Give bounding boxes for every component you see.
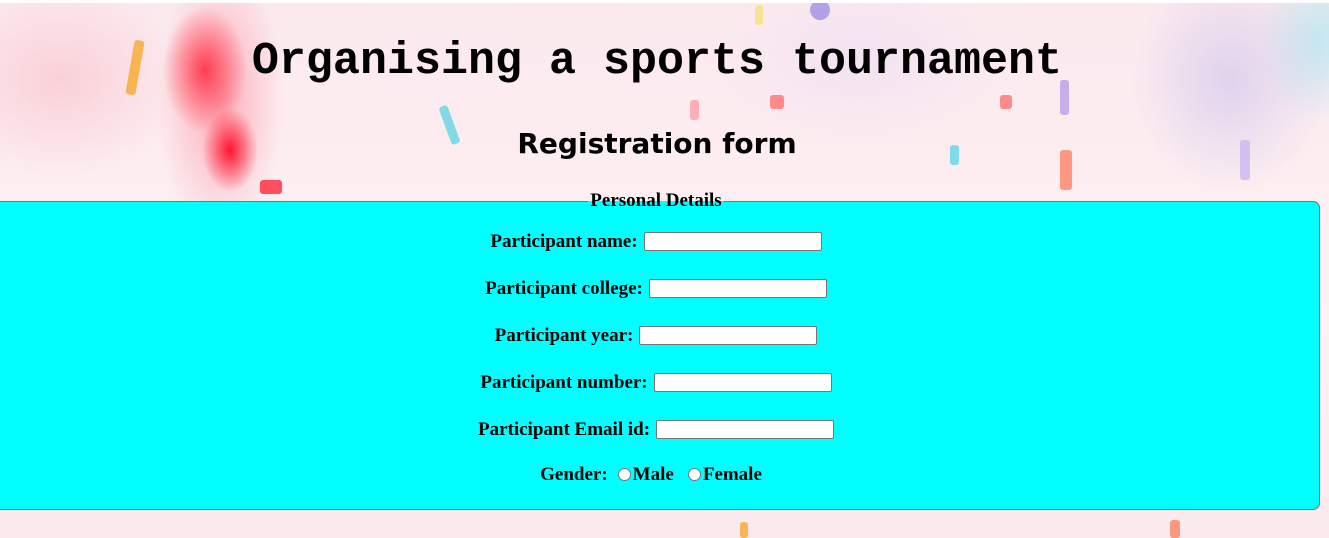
participant-email-input[interactable] (656, 420, 835, 439)
gender-option-male[interactable]: Male (614, 464, 674, 486)
top-border (0, 0, 1329, 3)
participant-number-input[interactable] (653, 373, 832, 392)
form-row-gender: Gender: Male Female (1, 453, 1311, 496)
male-radio[interactable] (617, 468, 631, 481)
confetti-piece (810, 0, 830, 20)
confetti-piece (755, 5, 763, 25)
page-title: Organising a sports tournament (251, 36, 1063, 87)
form-row-year: Participant year: (1, 312, 1311, 359)
confetti-piece (1170, 520, 1180, 538)
form-title: Registration form (517, 127, 797, 160)
participant-name-label: Participant name: (490, 230, 638, 252)
participant-name-input[interactable] (643, 232, 822, 251)
gender-option-female[interactable]: Female (684, 464, 762, 486)
confetti-piece (1000, 95, 1012, 109)
personal-details-fieldset: Personal Details Participant name: Parti… (0, 190, 1320, 510)
form-row-email: Participant Email id: (1, 406, 1311, 453)
gender-label: Gender: (540, 463, 608, 485)
confetti-piece (740, 522, 748, 538)
participant-year-input[interactable] (639, 326, 818, 345)
participant-college-input[interactable] (648, 279, 827, 298)
fieldset-legend: Personal Details (590, 190, 722, 211)
participant-college-label: Participant college: (485, 277, 643, 299)
confetti-piece (690, 100, 699, 120)
participant-email-label: Participant Email id: (477, 418, 651, 440)
form-row-name: Participant name: (1, 218, 1311, 265)
form-row-number: Participant number: (1, 359, 1311, 406)
participant-number-label: Participant number: (480, 371, 648, 393)
participant-year-label: Participant year: (494, 324, 634, 346)
confetti-piece (770, 95, 784, 109)
form-row-college: Participant college: (1, 265, 1311, 312)
male-option-label[interactable]: Male (633, 464, 674, 486)
female-option-label[interactable]: Female (703, 464, 762, 486)
female-radio[interactable] (687, 468, 701, 481)
